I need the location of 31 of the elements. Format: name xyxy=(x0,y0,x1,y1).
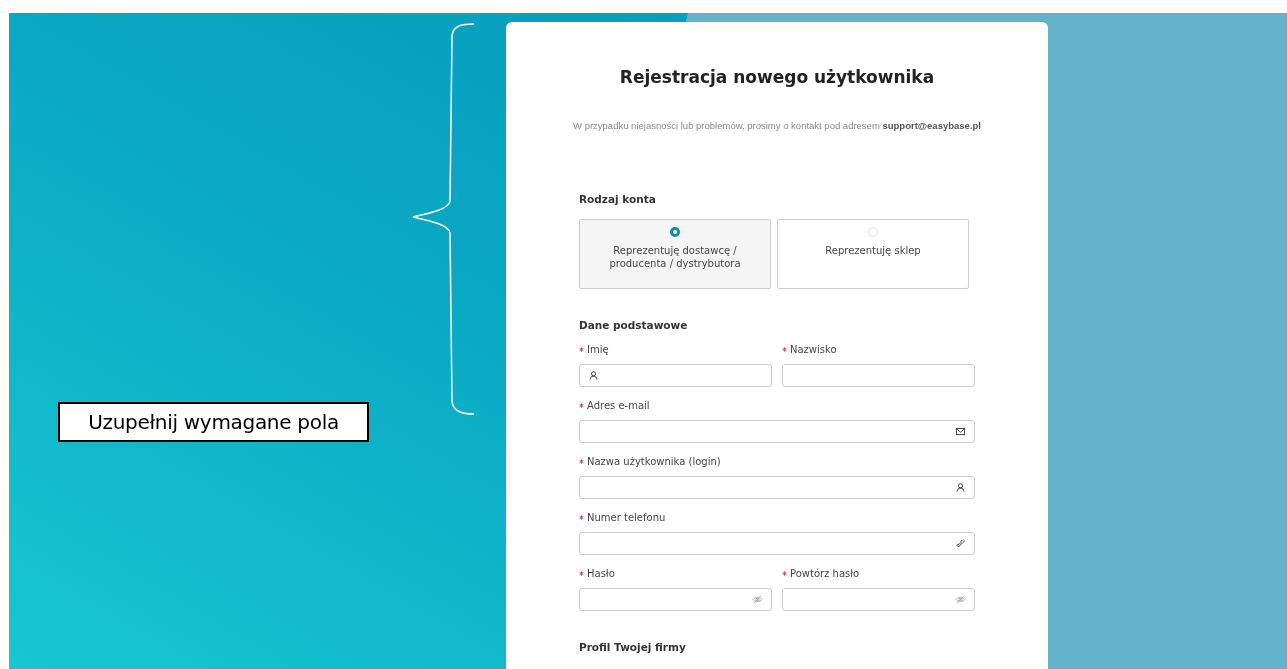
input-field[interactable] xyxy=(782,364,975,387)
section-heading: Rodzaj konta xyxy=(579,193,657,205)
field-label: Hasło xyxy=(587,567,615,579)
user-icon xyxy=(588,370,599,381)
field-label: Imię xyxy=(587,343,609,355)
user-icon xyxy=(955,482,966,493)
help-text: W przypadku niejasności lub problemów, prosimy o kontakt pod adresem support@easybase.pl xyxy=(572,120,982,131)
page-title: Rejestracja nowego użytkownika xyxy=(618,67,936,87)
section-heading: Dane podstawowe xyxy=(579,319,689,331)
field-label: Nazwa użytkownika (login) xyxy=(587,455,721,467)
input-field[interactable] xyxy=(579,588,772,611)
input-field[interactable] xyxy=(579,532,975,555)
option-label: Reprezentuję sklep xyxy=(824,244,922,257)
input-field[interactable] xyxy=(782,588,975,611)
section-heading: Profil Twojej firmy xyxy=(579,641,687,653)
field-label: Numer telefonu xyxy=(587,511,666,523)
eye-off-icon xyxy=(752,594,763,605)
account-type-option[interactable]: Reprezentuję dostawcę / producenta / dystrybutora xyxy=(579,219,771,289)
input-field[interactable] xyxy=(579,420,975,443)
option-label: Reprezentuję dostawcę / producenta / dystrybutora xyxy=(608,244,742,270)
callout-label: Uzupełnij wymagane pola xyxy=(58,402,369,442)
field-label: Nazwisko xyxy=(790,343,837,355)
mail-icon xyxy=(955,426,966,437)
eye-off-icon xyxy=(955,594,966,605)
field-label: Powtórz hasło xyxy=(790,567,860,579)
radio-button[interactable] xyxy=(670,227,680,237)
phone-icon xyxy=(955,538,966,549)
input-field[interactable] xyxy=(579,364,772,387)
account-type-option[interactable]: Reprezentuję sklep xyxy=(777,219,969,289)
field-label: Adres e-mail xyxy=(587,399,650,411)
input-field[interactable] xyxy=(579,476,975,499)
